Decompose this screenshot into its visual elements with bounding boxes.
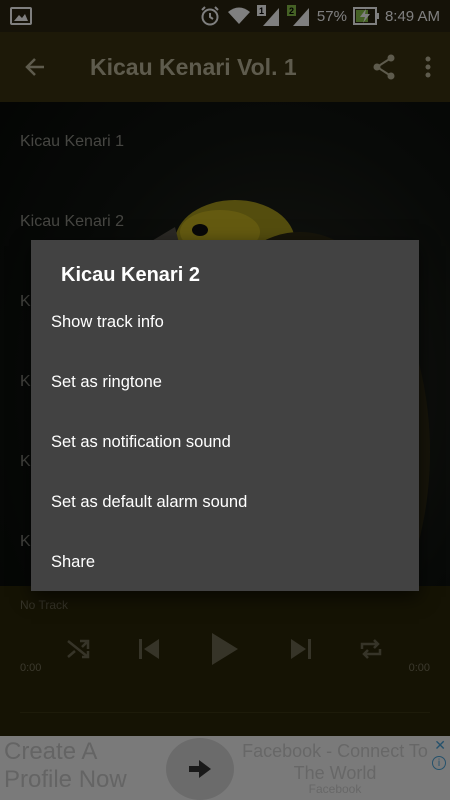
track-options-dialog: Kicau Kenari 2 Show track info Set as ri… [31, 240, 419, 591]
menu-item-share[interactable]: Share [31, 532, 419, 592]
menu-item-set-notification[interactable]: Set as notification sound [31, 412, 419, 472]
menu-item-set-alarm[interactable]: Set as default alarm sound [31, 472, 419, 532]
menu-item-set-ringtone[interactable]: Set as ringtone [31, 352, 419, 412]
dialog-menu: Show track info Set as ringtone Set as n… [31, 292, 419, 592]
menu-item-show-track-info[interactable]: Show track info [31, 292, 419, 352]
dialog-title: Kicau Kenari 2 [61, 264, 200, 286]
